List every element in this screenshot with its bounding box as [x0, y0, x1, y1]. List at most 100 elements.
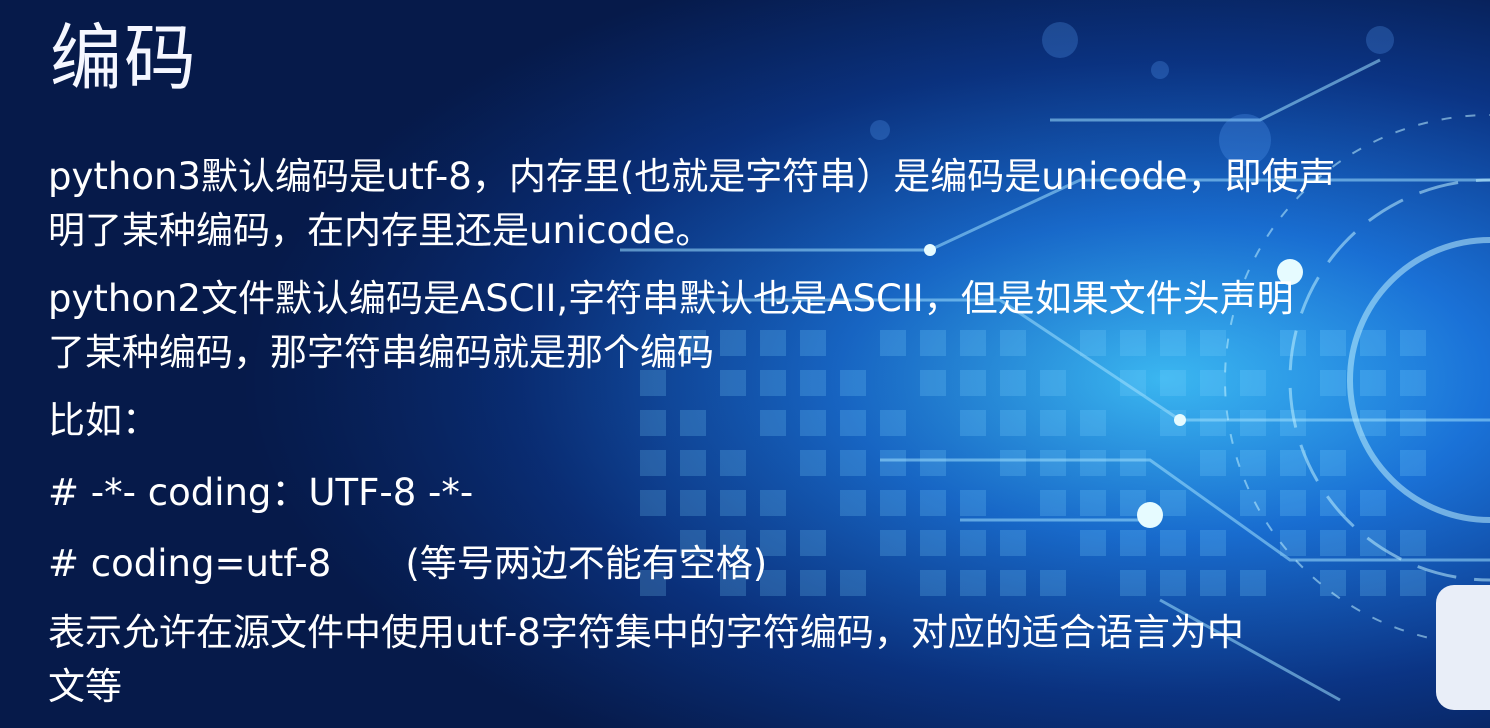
grid-square [1400, 530, 1426, 556]
example-label: 比如： [48, 399, 159, 442]
grid-square [920, 330, 946, 356]
code-example-2-line: # coding=utf-8 (等号两边不能有空格) [48, 537, 767, 591]
grid-square [680, 450, 706, 476]
grid-square [1080, 410, 1106, 436]
grid-square [760, 490, 786, 516]
corner-widget[interactable] [1436, 585, 1490, 710]
grid-square [960, 490, 986, 516]
grid-square [880, 330, 906, 356]
grid-square [880, 410, 906, 436]
py3-encoding-line-1: python3默认编码是utf-8，内存里(也就是字符串）是编码是unicode… [48, 155, 1336, 198]
meaning-line-2: 文等 [48, 665, 122, 708]
grid-square [1160, 490, 1186, 516]
grid-square [1120, 450, 1146, 476]
grid-square [1320, 530, 1346, 556]
grid-square [1280, 530, 1306, 556]
grid-square [840, 570, 866, 596]
grid-square [960, 570, 986, 596]
grid-square [680, 490, 706, 516]
grid-square [1080, 330, 1106, 356]
grid-square [840, 490, 866, 516]
grid-square [840, 450, 866, 476]
grid-square [1000, 410, 1026, 436]
grid-square [1160, 570, 1186, 596]
grid-square [920, 570, 946, 596]
grid-square [1120, 530, 1146, 556]
grid-square [720, 490, 746, 516]
py2-encoding-line-2: 了某种编码，那字符串编码就是那个编码 [48, 331, 714, 374]
grid-square [1120, 570, 1146, 596]
grid-square [880, 450, 906, 476]
grid-square [880, 490, 906, 516]
grid-square [1360, 410, 1386, 436]
grid-square [920, 530, 946, 556]
grid-square [640, 410, 666, 436]
grid-square [1320, 370, 1346, 396]
grid-square [1360, 490, 1386, 516]
grid-square [1200, 450, 1226, 476]
grid-square [1240, 370, 1266, 396]
grid-square [1320, 450, 1346, 476]
grid-square [1240, 570, 1266, 596]
grid-square [960, 410, 986, 436]
grid-square [1040, 450, 1066, 476]
grid-square [960, 370, 986, 396]
grid-square [1160, 330, 1186, 356]
grid-square [1240, 450, 1266, 476]
grid-square [1360, 570, 1386, 596]
grid-square [1400, 450, 1426, 476]
grid-square [1200, 330, 1226, 356]
grid-square [760, 370, 786, 396]
grid-square [800, 570, 826, 596]
grid-square [1000, 530, 1026, 556]
grid-square [840, 370, 866, 396]
grid-square [920, 490, 946, 516]
grid-square [1000, 370, 1026, 396]
grid-square [1280, 490, 1306, 516]
grid-square [640, 450, 666, 476]
grid-square [1000, 330, 1026, 356]
grid-square [760, 410, 786, 436]
code-note: (等号两边不能有空格) [405, 542, 768, 585]
meaning-line-1: 表示允许在源文件中使用utf-8字符集中的字符编码，对应的适合语言为中 [48, 611, 1244, 654]
grid-square [1160, 370, 1186, 396]
py3-encoding-line-2: 明了某种编码，在内存里还是unicode。 [48, 209, 713, 252]
grid-square [1240, 490, 1266, 516]
grid-square [720, 330, 746, 356]
grid-square [920, 370, 946, 396]
grid-square [1200, 370, 1226, 396]
grid-square [1080, 530, 1106, 556]
grid-square [1080, 450, 1106, 476]
grid-square [720, 450, 746, 476]
code-example-1: # -*- coding：UTF-8 -*- [48, 471, 474, 514]
grid-square [1400, 370, 1426, 396]
grid-square [1400, 570, 1426, 596]
grid-square [1000, 450, 1026, 476]
slide-title: 编码 [50, 16, 199, 100]
grid-square [800, 450, 826, 476]
grid-square [800, 530, 826, 556]
grid-square [800, 330, 826, 356]
grid-square [1200, 530, 1226, 556]
grid-square [1200, 410, 1226, 436]
grid-square [1320, 330, 1346, 356]
py2-encoding-line-1: python2文件默认编码是ASCII,字符串默认也是ASCII，但是如果文件头… [48, 277, 1294, 320]
grid-square [680, 410, 706, 436]
grid-square [640, 490, 666, 516]
grid-square [960, 330, 986, 356]
grid-square [1320, 570, 1346, 596]
grid-square [960, 530, 986, 556]
grid-square [920, 450, 946, 476]
grid-square [1280, 450, 1306, 476]
grid-square [1040, 570, 1066, 596]
grid-square [1040, 490, 1066, 516]
grid-square [1360, 330, 1386, 356]
grid-square [1160, 530, 1186, 556]
grid-square [800, 410, 826, 436]
grid-square [880, 530, 906, 556]
grid-square [1080, 490, 1106, 516]
grid-square [1040, 370, 1066, 396]
grid-square [760, 330, 786, 356]
code-example-2: # coding=utf-8 [48, 542, 332, 585]
grid-square [1400, 410, 1426, 436]
